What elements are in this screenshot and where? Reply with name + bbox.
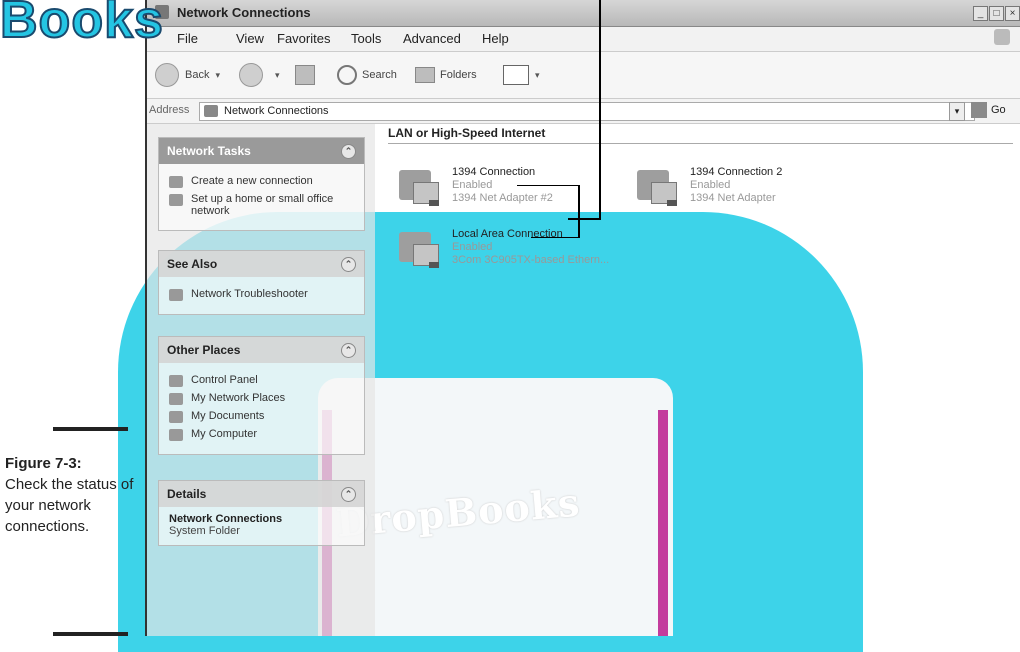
back-arrow-icon [155, 63, 179, 87]
network-places-icon [169, 393, 183, 405]
home-network-icon [169, 194, 183, 206]
address-label: Address [149, 104, 190, 116]
computer-icon [169, 429, 183, 441]
up-folder-button[interactable] [295, 62, 315, 88]
figure-caption: Figure 7-3: Check the status of your net… [5, 453, 143, 537]
place-network-places[interactable]: My Network Places [169, 392, 356, 405]
menu-favorites[interactable]: Favorites [277, 31, 330, 46]
info-icon [169, 289, 183, 301]
window-title: Network Connections [177, 5, 311, 20]
see-also-troubleshooter[interactable]: Network Troubleshooter [169, 288, 356, 301]
place-control-panel[interactable]: Control Panel [169, 374, 356, 387]
callout-line-bottom [568, 218, 601, 220]
watermark-top-text: Books [0, 0, 164, 50]
search-button[interactable]: Search [337, 62, 397, 88]
chevron-down-icon: ▾ [215, 69, 220, 80]
network-tasks-header[interactable]: Network Tasks ⌃ [159, 138, 364, 164]
chevron-down-icon: ▾ [535, 69, 540, 80]
network-tasks-panel: Network Tasks ⌃ Create a new connection … [158, 137, 365, 231]
address-dropdown-button[interactable]: ▾ [949, 102, 965, 121]
details-type: System Folder [169, 525, 240, 537]
collapse-icon[interactable]: ⌃ [341, 257, 356, 272]
group-divider [388, 143, 1013, 144]
views-button[interactable]: ▾ [503, 62, 540, 88]
callout-line-vertical [599, 0, 601, 219]
see-also-panel: See Also ⌃ Network Troubleshooter [158, 250, 365, 315]
caption-rule-bottom [53, 632, 128, 636]
menu-bar: File View Favorites Tools Advanced Help [147, 27, 1020, 52]
network-folder-icon [204, 105, 218, 117]
other-places-header[interactable]: Other Places ⌃ [159, 337, 364, 363]
other-places-panel: Other Places ⌃ Control Panel My Network … [158, 336, 365, 455]
folders-icon [415, 67, 435, 83]
connection-1394-2[interactable]: 1394 Connection 2 Enabled 1394 Net Adapt… [637, 166, 867, 216]
go-arrow-icon [971, 102, 987, 118]
collapse-icon[interactable]: ⌃ [341, 487, 356, 502]
place-my-computer[interactable]: My Computer [169, 428, 356, 441]
details-name: Network Connections [169, 513, 283, 525]
folders-button[interactable]: Folders [415, 62, 477, 88]
search-icon [337, 65, 357, 85]
chevron-down-icon: ▾ [275, 69, 280, 80]
callout-line-lower [531, 237, 579, 238]
task-pane: Network Tasks ⌃ Create a new connection … [147, 124, 375, 636]
maximize-button[interactable]: □ [989, 6, 1004, 21]
windows-flag-icon [994, 29, 1010, 45]
back-button[interactable]: Back ▾ [155, 62, 220, 88]
go-button[interactable]: Go [971, 102, 1006, 118]
address-value: Network Connections [224, 105, 329, 117]
caption-title: Figure 7-3: [5, 455, 82, 472]
address-field[interactable]: Network Connections [199, 102, 975, 121]
minimize-button[interactable]: _ [973, 6, 988, 21]
title-bar: Network Connections _ □ × [147, 0, 1020, 27]
place-my-documents[interactable]: My Documents [169, 410, 356, 423]
toolbar: Back ▾ ▾ Search Folders ▾ [147, 52, 1020, 99]
menu-tools[interactable]: Tools [351, 31, 381, 46]
forward-arrow-icon [239, 63, 263, 87]
menu-file[interactable]: File [177, 31, 198, 46]
menu-help[interactable]: Help [482, 31, 509, 46]
details-header[interactable]: Details ⌃ [159, 481, 364, 507]
documents-folder-icon [169, 411, 183, 423]
new-connection-icon [169, 176, 183, 188]
connection-1394[interactable]: 1394 Connection Enabled 1394 Net Adapter… [399, 166, 629, 216]
collapse-icon[interactable]: ⌃ [341, 144, 356, 159]
close-button[interactable]: × [1005, 6, 1020, 21]
menu-advanced[interactable]: Advanced [403, 31, 461, 46]
views-icon [503, 65, 529, 85]
task-create-connection[interactable]: Create a new connection [169, 175, 356, 188]
connection-local-area[interactable]: Local Area Connection Enabled 3Com 3C905… [399, 228, 629, 278]
menu-view[interactable]: View [236, 31, 264, 46]
details-panel: Details ⌃ Network Connections System Fol… [158, 480, 365, 546]
control-panel-icon [169, 375, 183, 387]
network-connections-window: Network Connections _ □ × File View Favo… [145, 0, 1020, 636]
forward-button[interactable]: ▾ [239, 62, 280, 88]
collapse-icon[interactable]: ⌃ [341, 343, 356, 358]
callout-line-connector [578, 185, 580, 238]
see-also-header[interactable]: See Also ⌃ [159, 251, 364, 277]
caption-text: Check the status of your network connect… [5, 476, 134, 535]
address-bar: Address Network Connections ▾ Go [147, 99, 1020, 124]
caption-rule-top [53, 427, 128, 431]
group-title: LAN or High-Speed Internet [388, 126, 546, 140]
task-home-network[interactable]: Set up a home or small office network [169, 193, 356, 217]
up-folder-icon [295, 65, 315, 85]
callout-line-upper [517, 185, 579, 186]
